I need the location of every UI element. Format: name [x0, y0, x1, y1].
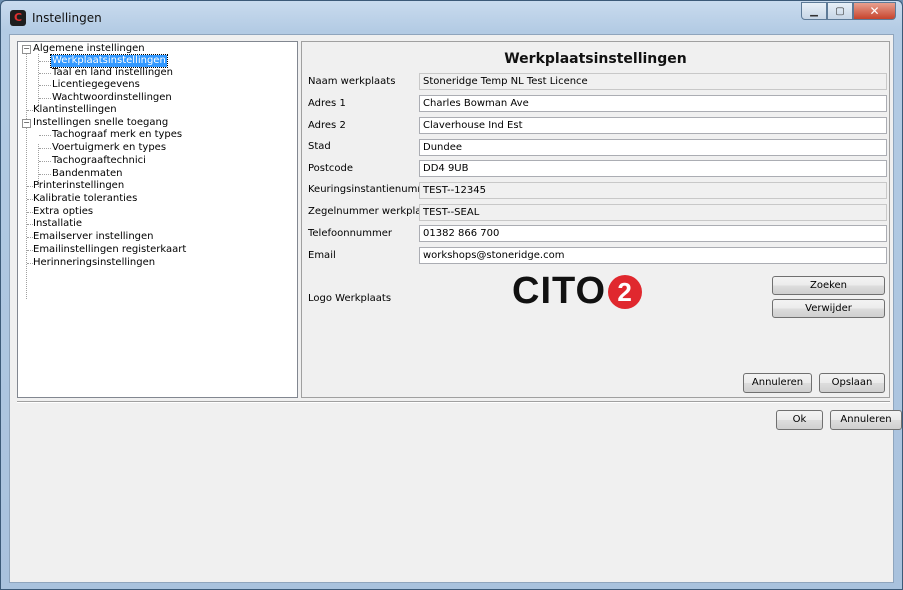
- dialog-annuleren-button[interactable]: Annuleren: [830, 410, 902, 430]
- tree-item-tachograaf-merk[interactable]: Tachograaf merk en types: [52, 129, 182, 141]
- label-zegelnummer: Zegelnummer werkplaats: [308, 206, 437, 217]
- opslaan-button[interactable]: Opslaan: [819, 373, 885, 393]
- tree-connector: [39, 135, 51, 136]
- tree-item-werkplaatsinstellingen[interactable]: Werkplaatsinstellingen: [50, 54, 168, 68]
- collapse-toggle-icon[interactable]: −: [22, 45, 31, 54]
- label-email: Email: [308, 250, 336, 261]
- telefoonnummer-field[interactable]: 01382 866 700: [419, 225, 887, 242]
- ok-button[interactable]: Ok: [776, 410, 823, 430]
- tree-item-kalibratie[interactable]: Kalibratie toleranties: [33, 193, 137, 205]
- tree-connector: [39, 85, 51, 86]
- tree-connector: [38, 54, 39, 109]
- tree-connector: [39, 174, 51, 175]
- tree-connector: [39, 61, 51, 62]
- tree-item-klantinstellingen[interactable]: Klantinstellingen: [33, 104, 117, 116]
- tree-connector: [39, 98, 51, 99]
- tree-connector: [39, 148, 51, 149]
- adres2-field[interactable]: Claverhouse Ind Est: [419, 117, 887, 134]
- tree-item-tachograaftechnici[interactable]: Tachograaftechnici: [52, 155, 146, 167]
- postcode-field[interactable]: DD4 9UB: [419, 160, 887, 177]
- window-title: Instellingen: [32, 11, 102, 25]
- label-telefoonnummer: Telefoonnummer: [308, 228, 393, 239]
- label-keuringsinstantienummer: Keuringsinstantienummer: [308, 184, 438, 195]
- tree-item-wachtwoordinstellingen[interactable]: Wachtwoordinstellingen: [52, 92, 172, 104]
- workshop-settings-panel: Werkplaatsinstellingen Naam werkplaats S…: [301, 41, 890, 398]
- panel-annuleren-button[interactable]: Annuleren: [743, 373, 812, 393]
- maximize-button[interactable]: ▢: [827, 2, 853, 20]
- window-controls: ▁ ▢ ✕: [801, 2, 896, 21]
- tree-item-bandenmaten[interactable]: Bandenmaten: [52, 168, 122, 180]
- tree-item-extra-opties[interactable]: Extra opties: [33, 206, 93, 218]
- zegelnummer-field[interactable]: TEST--SEAL: [419, 204, 887, 221]
- tree-item-taal-en-land[interactable]: Taal en land instellingen: [52, 67, 173, 79]
- tree-item-algemene-instellingen[interactable]: Algemene instellingen: [33, 43, 145, 55]
- settings-tree[interactable]: − Algemene instellingen Werkplaatsinstel…: [17, 41, 298, 398]
- tree-item-emailserver[interactable]: Emailserver instellingen: [33, 231, 154, 243]
- close-icon: ✕: [869, 4, 880, 18]
- tree-connector: [39, 161, 51, 162]
- minimize-button[interactable]: ▁: [801, 2, 827, 20]
- tree-item-printerinstellingen[interactable]: Printerinstellingen: [33, 180, 124, 192]
- label-postcode: Postcode: [308, 163, 354, 174]
- label-stad: Stad: [308, 141, 331, 152]
- tree-connector: [39, 73, 51, 74]
- divider: [17, 401, 890, 403]
- zoeken-button[interactable]: Zoeken: [772, 276, 885, 295]
- logo-text: CITO: [512, 270, 607, 312]
- maximize-icon: ▢: [835, 5, 845, 17]
- naam-werkplaats-field[interactable]: Stoneridge Temp NL Test Licence: [419, 73, 887, 90]
- label-adres1: Adres 1: [308, 98, 346, 109]
- tree-item-installatie[interactable]: Installatie: [33, 218, 82, 230]
- label-naam-werkplaats: Naam werkplaats: [308, 76, 396, 87]
- tree-item-snelle-toegang[interactable]: Instellingen snelle toegang: [33, 117, 168, 129]
- dialog-client-area: − Algemene instellingen Werkplaatsinstel…: [9, 34, 902, 583]
- title-bar[interactable]: C Instellingen ▁ ▢ ✕: [1, 1, 902, 34]
- keuringsinstantienummer-field[interactable]: TEST--12345: [419, 182, 887, 199]
- logo-badge: 2: [608, 274, 643, 309]
- label-logo-werkplaats: Logo Werkplaats: [308, 293, 392, 304]
- label-adres2: Adres 2: [308, 120, 346, 131]
- tree-item-licentiegegevens[interactable]: Licentiegegevens: [52, 79, 140, 91]
- email-field[interactable]: workshops@stoneridge.com: [419, 247, 887, 264]
- app-logo-icon: C: [10, 10, 26, 26]
- settings-window: C Instellingen ▁ ▢ ✕ − Algemene instelli…: [0, 0, 903, 590]
- close-button[interactable]: ✕: [853, 2, 896, 20]
- tree-item-emailinstellingen[interactable]: Emailinstellingen registerkaart: [33, 244, 186, 256]
- panel-title: Werkplaatsinstellingen: [504, 51, 687, 67]
- stad-field[interactable]: Dundee: [419, 139, 887, 156]
- tree-item-voertuigmerk[interactable]: Voertuigmerk en types: [52, 142, 166, 154]
- workshop-logo: CITO 2: [512, 270, 643, 313]
- tree-item-herinneringsinstellingen[interactable]: Herinneringsinstellingen: [33, 257, 155, 269]
- collapse-toggle-icon[interactable]: −: [22, 119, 31, 128]
- adres1-field[interactable]: Charles Bowman Ave: [419, 95, 887, 112]
- verwijder-button[interactable]: Verwijder: [772, 299, 885, 318]
- minimize-icon: ▁: [810, 5, 818, 17]
